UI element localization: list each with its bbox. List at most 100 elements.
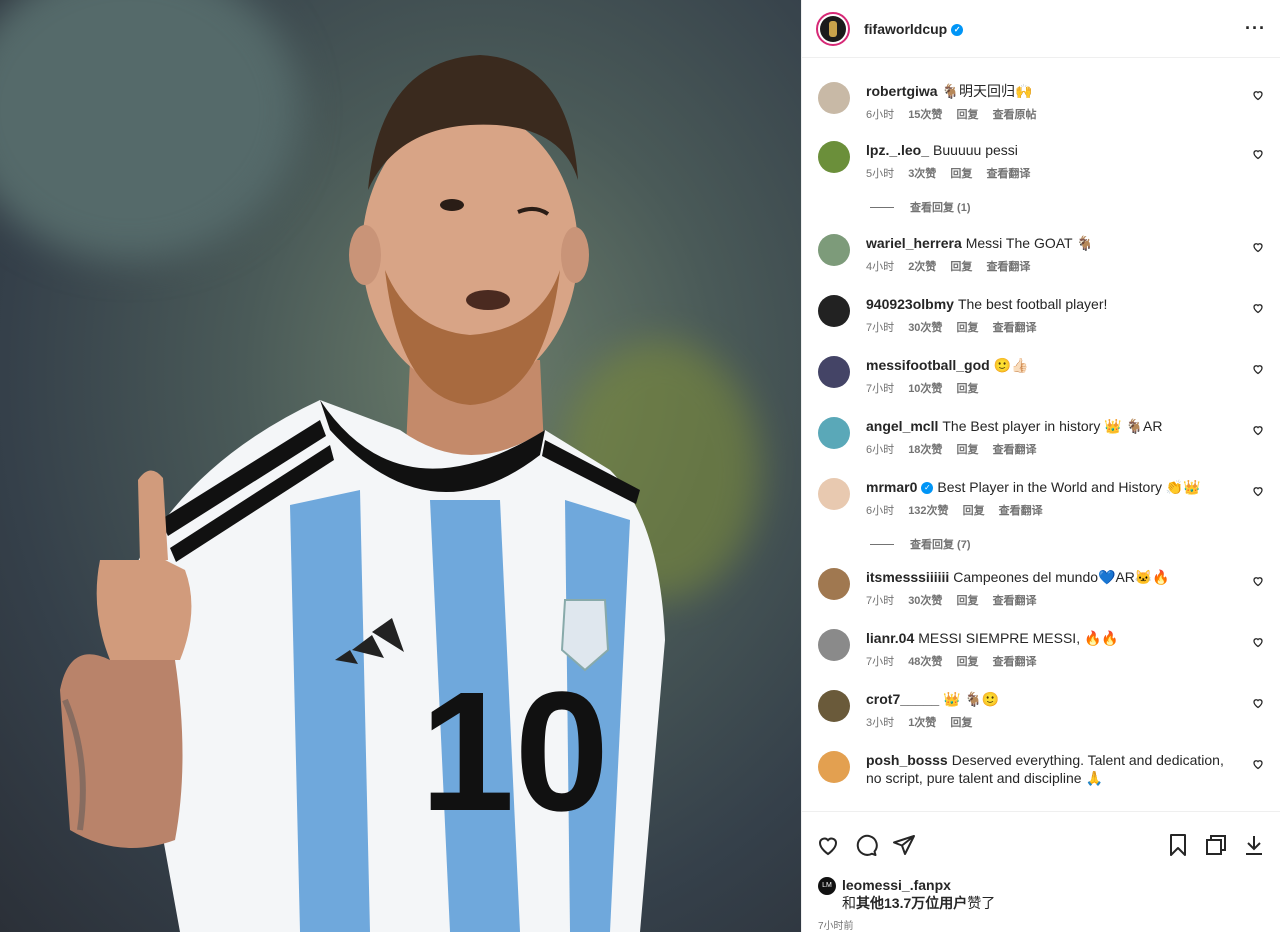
- comment-extra-link[interactable]: 查看翻译: [999, 505, 1043, 517]
- view-replies-button[interactable]: 查看回复 (1): [870, 199, 1264, 215]
- comment-username[interactable]: mrmar0: [866, 479, 917, 495]
- comment-username[interactable]: itsmesssiiiiii: [866, 569, 949, 585]
- comment-meta: 4小时 2次赞 回复 查看翻译: [866, 258, 1238, 276]
- comment-extra-link[interactable]: 查看翻译: [986, 168, 1030, 180]
- commenter-avatar[interactable]: [818, 629, 850, 661]
- comment-extra-link[interactable]: 查看翻译: [993, 444, 1037, 456]
- comment-text: Best Player in the World and History 👏👑: [937, 479, 1201, 495]
- comment-like-count[interactable]: 1次赞: [908, 717, 936, 729]
- likes-others[interactable]: 其他13.7万位用户: [856, 895, 967, 911]
- post-header: fifaworldcup ✓ ···: [802, 0, 1280, 58]
- reply-button[interactable]: 回复: [957, 322, 979, 334]
- comment-username[interactable]: posh_bosss: [866, 752, 948, 768]
- comment-text: The Best player in history 👑 🐐AR: [942, 418, 1163, 434]
- account-avatar[interactable]: [816, 11, 850, 46]
- comment-like-count[interactable]: 18次赞: [908, 444, 942, 456]
- reply-button[interactable]: 回复: [957, 656, 979, 668]
- commenter-avatar[interactable]: [818, 751, 850, 783]
- comment-like-count[interactable]: 30次赞: [908, 322, 942, 334]
- commenter-avatar[interactable]: [818, 141, 850, 173]
- reply-button[interactable]: 回复: [963, 505, 985, 517]
- comment-like-heart-icon[interactable]: [1252, 636, 1264, 648]
- comment-like-count[interactable]: 10次赞: [908, 383, 942, 395]
- action-bar: [802, 811, 1280, 877]
- comment-meta: 7小时 10次赞 回复: [866, 380, 1238, 398]
- comment-meta: 5小时 3次赞 回复 查看翻译: [866, 165, 1238, 183]
- comment-like-heart-icon[interactable]: [1252, 148, 1264, 160]
- comment-like-heart-icon[interactable]: [1252, 89, 1264, 101]
- comment-like-count[interactable]: 30次赞: [908, 595, 942, 607]
- commenter-avatar[interactable]: [818, 478, 850, 510]
- reply-button[interactable]: 回复: [950, 261, 972, 273]
- comment-username[interactable]: crot7_____: [866, 691, 939, 707]
- comment-time: 7小时: [866, 322, 895, 334]
- comment-time: 6小时: [866, 505, 895, 517]
- more-options-icon[interactable]: ···: [1245, 18, 1266, 39]
- view-replies-label: 查看回复 (7): [910, 539, 971, 551]
- comment-username[interactable]: messifootball_god: [866, 357, 990, 373]
- comment-like-count[interactable]: 132次赞: [908, 505, 948, 517]
- comment-meta: 6小时 18次赞 回复 查看翻译: [866, 441, 1238, 459]
- like-heart-icon[interactable]: [816, 833, 840, 857]
- save-bookmark-icon[interactable]: [1166, 833, 1190, 857]
- reply-button[interactable]: 回复: [950, 168, 972, 180]
- liker-username[interactable]: leomessi_.fanpx: [842, 877, 951, 893]
- comment-meta: 7小时 30次赞 回复 查看翻译: [866, 319, 1238, 337]
- comment-like-heart-icon[interactable]: [1252, 363, 1264, 375]
- commenter-avatar[interactable]: [818, 295, 850, 327]
- comment-username[interactable]: 940923olbmy: [866, 296, 954, 312]
- comment-extra-link[interactable]: 查看翻译: [993, 322, 1037, 334]
- comment-username[interactable]: angel_mcll: [866, 418, 938, 434]
- comment-username[interactable]: lpz._.leo_: [866, 142, 929, 158]
- comment-like-heart-icon[interactable]: [1252, 575, 1264, 587]
- replies-line: [870, 206, 894, 208]
- commenter-avatar[interactable]: [818, 417, 850, 449]
- comment-extra-link[interactable]: 查看翻译: [993, 656, 1037, 668]
- comment-extra-link[interactable]: 查看原帖: [993, 109, 1037, 121]
- comment-extra-link[interactable]: 查看翻译: [986, 261, 1030, 273]
- reply-button[interactable]: 回复: [957, 595, 979, 607]
- comment-meta: 6小时 15次赞 回复 查看原帖: [866, 106, 1238, 124]
- comment-username[interactable]: lianr.04: [866, 630, 914, 646]
- comment-meta: 3小时 1次赞 回复: [866, 714, 1238, 732]
- comment-like-heart-icon[interactable]: [1252, 302, 1264, 314]
- view-replies-button[interactable]: 查看回复 (7): [870, 536, 1264, 552]
- likes-prefix: 和: [842, 895, 856, 912]
- replies-line: [870, 543, 894, 545]
- comment-like-count[interactable]: 3次赞: [908, 168, 936, 180]
- commenter-avatar[interactable]: [818, 234, 850, 266]
- comment-extra-link[interactable]: 查看翻译: [993, 595, 1037, 607]
- commenter-avatar[interactable]: [818, 690, 850, 722]
- comment-like-heart-icon[interactable]: [1252, 758, 1264, 770]
- comment-username[interactable]: wariel_herrera: [866, 235, 962, 251]
- comment-item: angel_mcll The Best player in history 👑 🐐…: [818, 417, 1264, 459]
- comment-like-count[interactable]: 2次赞: [908, 261, 936, 273]
- account-username[interactable]: fifaworldcup ✓: [864, 21, 964, 37]
- comment-username[interactable]: robertgiwa: [866, 83, 938, 99]
- likes-suffix: 赞了: [967, 895, 996, 912]
- reply-button[interactable]: 回复: [957, 444, 979, 456]
- comment-like-heart-icon[interactable]: [1252, 485, 1264, 497]
- commenter-avatar[interactable]: [818, 82, 850, 114]
- commenter-avatar[interactable]: [818, 568, 850, 600]
- comment-like-count[interactable]: 15次赞: [908, 109, 942, 121]
- comment-like-heart-icon[interactable]: [1252, 241, 1264, 253]
- comment-text: Messi The GOAT 🐐: [965, 235, 1094, 251]
- comment-time: 6小时: [866, 109, 895, 121]
- comment-item: lpz._.leo_ Buuuuu pessi 5小时 3次赞 回复 查看翻译: [818, 141, 1264, 183]
- comment-like-heart-icon[interactable]: [1252, 697, 1264, 709]
- likes-summary[interactable]: LM leomessi_.fanpx 和其他13.7万位用户赞了: [802, 877, 1280, 915]
- reply-button[interactable]: 回复: [950, 717, 972, 729]
- comment-like-heart-icon[interactable]: [1252, 424, 1264, 436]
- comment-like-count[interactable]: 48次赞: [908, 656, 942, 668]
- commenter-avatar[interactable]: [818, 356, 850, 388]
- share-send-icon[interactable]: [892, 833, 916, 857]
- copy-icon[interactable]: [1204, 833, 1228, 857]
- download-icon[interactable]: [1242, 833, 1266, 857]
- comment-text: 🙂👍🏻: [993, 357, 1029, 373]
- comments-list[interactable]: robertgiwa 🐐明天回归🙌 6小时 15次赞 回复 查看原帖 lpz._.…: [802, 58, 1280, 811]
- reply-button[interactable]: 回复: [957, 383, 979, 395]
- reply-button[interactable]: 回复: [957, 109, 979, 121]
- post-image[interactable]: 10: [0, 0, 801, 932]
- comment-icon[interactable]: [854, 833, 878, 857]
